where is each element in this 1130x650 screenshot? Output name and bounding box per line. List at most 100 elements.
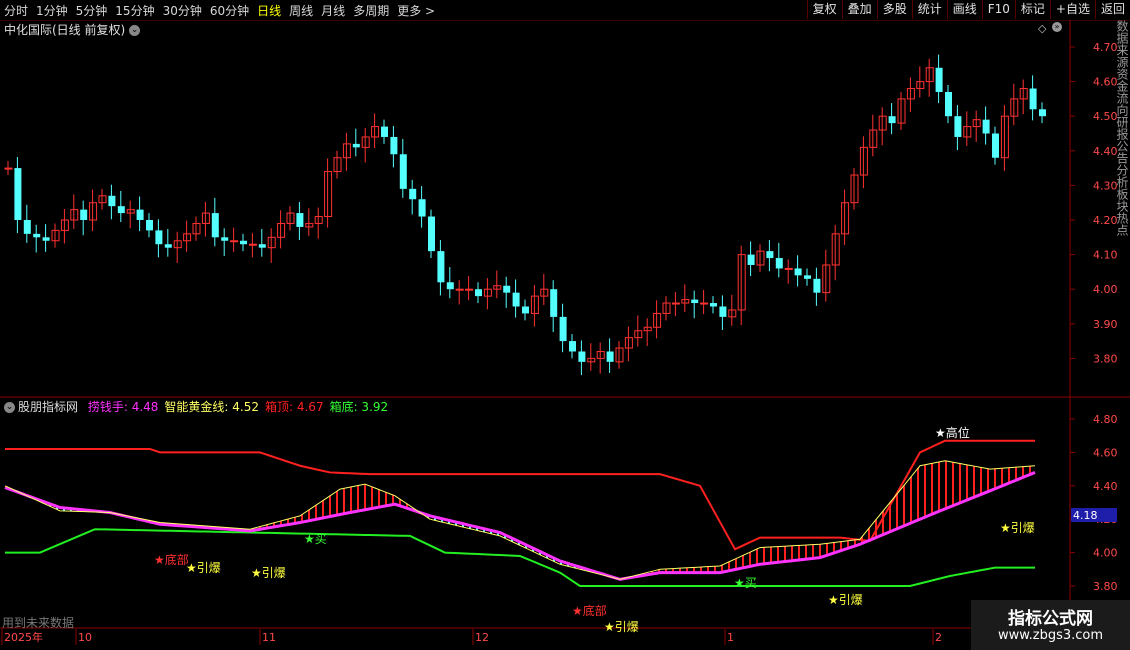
candle-down (522, 306, 529, 314)
candle-up (230, 240, 239, 243)
price-label: 4.70 (1093, 41, 1118, 54)
candle-down (23, 220, 31, 234)
candle-down (117, 206, 125, 214)
site-logo: 指标公式网 www.zbgs3.com (971, 600, 1130, 650)
signal-marker-8: ★高位 (935, 426, 970, 440)
candle-up (4, 167, 13, 170)
candle-up (455, 288, 464, 291)
signal-marker-0: ★底部 (154, 553, 189, 567)
candle-down (399, 154, 407, 189)
indicator-legend[interactable]: ⌄ 股朋指标网 捞钱手: 4.48 智能黄金线: 4.52 箱顶: 4.67 箱底: 3… (4, 398, 388, 415)
indicator-axis-label: 4.00 (1093, 547, 1118, 560)
signal-marker-6: ★买 (734, 576, 757, 590)
candle-down (747, 254, 755, 265)
time-label: 2025年 (4, 630, 43, 644)
logo-url: www.zbgs3.com (997, 628, 1104, 643)
candle-down (691, 299, 699, 304)
candle-down (418, 199, 426, 217)
price-label: 3.90 (1093, 318, 1118, 331)
indicator-axis-label: 4.60 (1093, 446, 1118, 459)
candle-up (784, 267, 793, 270)
candle-down (409, 188, 417, 200)
time-label: 12 (475, 631, 489, 644)
price-label: 4.10 (1093, 249, 1118, 262)
candle-down (935, 67, 943, 92)
indicator-axis-label: 4.80 (1093, 413, 1118, 426)
signal-marker-9: ★引爆 (1000, 521, 1035, 535)
legend-item-1: 智能黄金线: 4.52 (164, 400, 259, 414)
candle-down (108, 195, 116, 207)
candle-down (606, 351, 614, 362)
candle-up (248, 243, 257, 246)
candle-down (446, 282, 454, 290)
legend-item-2: 箱顶: 4.67 (265, 400, 324, 414)
candle-down (1039, 109, 1046, 117)
candle-down (888, 116, 896, 124)
candle-down (211, 213, 219, 238)
candle-down (42, 237, 50, 241)
candle-down (813, 278, 821, 293)
candle-down (428, 216, 435, 252)
price-label: 4.50 (1093, 110, 1118, 123)
legend-item-3: 箱底: 3.92 (329, 400, 389, 414)
candle-down (136, 209, 144, 220)
candle-down (475, 289, 482, 297)
candle-down (352, 143, 360, 148)
candle-down (804, 275, 811, 279)
signal-marker-4: ★底部 (572, 604, 607, 618)
candle-down (1029, 88, 1037, 110)
candle-down (766, 251, 774, 259)
legend-item-0: 捞钱手: 4.48 (87, 400, 159, 414)
candle-down (719, 306, 727, 317)
time-label: 2 (935, 631, 942, 644)
candle-down (512, 292, 520, 307)
candle-up (671, 302, 680, 305)
time-label: 10 (78, 631, 92, 644)
price-label: 3.80 (1093, 352, 1118, 365)
candle-down (982, 119, 990, 134)
box-top-line (5, 439, 1035, 551)
price-label: 4.60 (1093, 76, 1118, 89)
price-label: 4.00 (1093, 283, 1118, 296)
candle-up (465, 288, 474, 291)
signal-marker-7: ★引爆 (828, 593, 863, 607)
candle-down (14, 168, 22, 220)
candle-down (155, 230, 163, 245)
candle-down (954, 116, 962, 137)
candle-down (258, 244, 266, 248)
candle-down (794, 268, 802, 276)
future-data-note: 用到未来数据 (2, 616, 75, 630)
candle-down (550, 289, 558, 317)
candle-down (578, 351, 586, 362)
price-label: 4.40 (1093, 145, 1118, 158)
candle-down (146, 220, 153, 231)
current-value-tag: 4.18 (1073, 509, 1098, 522)
candle-down (164, 244, 172, 248)
price-label: 4.20 (1093, 214, 1118, 227)
legend-items: 捞钱手: 4.48 智能黄金线: 4.52 箱顶: 4.67 箱底: 3.92 (82, 400, 388, 414)
indicator-axis-label: 4.40 (1093, 480, 1118, 493)
candle-down (569, 341, 576, 352)
candle-down (33, 233, 41, 238)
time-label: 11 (262, 631, 276, 644)
signal-marker-3: ★买 (304, 532, 327, 546)
signal-marker-1: ★引爆 (186, 561, 221, 575)
chevron-down-icon[interactable]: ⌄ (4, 402, 15, 413)
time-label: 1 (727, 631, 734, 644)
candle-down (80, 209, 88, 220)
logo-title: 指标公式网 (1008, 609, 1093, 629)
candle-down (437, 251, 445, 283)
candle-down (381, 126, 388, 137)
price-label: 4.30 (1093, 179, 1118, 192)
candle-down (945, 91, 952, 117)
indicator-axis-label: 3.80 (1093, 580, 1118, 593)
candle-down (992, 133, 999, 158)
candle-down (559, 316, 567, 342)
candle-down (710, 303, 717, 307)
candle-down (296, 213, 304, 227)
candle-up (700, 302, 709, 305)
signal-marker-2: ★引爆 (251, 566, 286, 580)
candle-down (390, 136, 398, 155)
candle-down (775, 258, 783, 269)
indicator-name: 股朋指标网 (18, 400, 79, 414)
